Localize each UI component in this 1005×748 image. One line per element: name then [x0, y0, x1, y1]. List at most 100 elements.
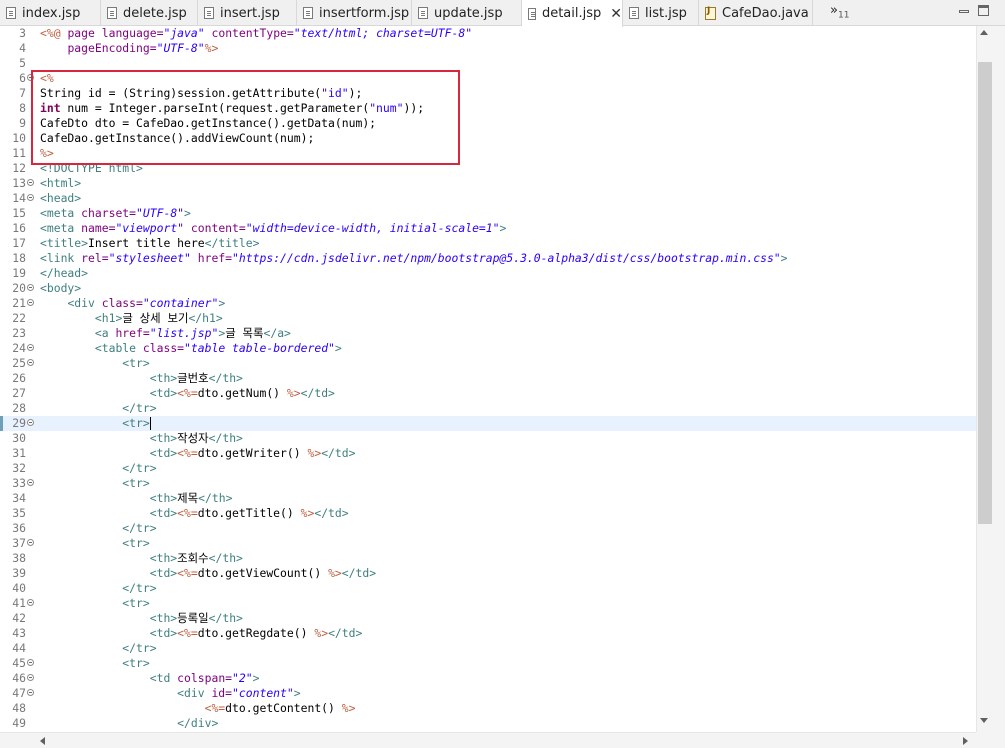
code-line[interactable]: 33 <tr> — [0, 476, 976, 491]
close-tab-icon[interactable]: ✕ — [610, 6, 622, 22]
code-line[interactable]: 37 <tr> — [0, 536, 976, 551]
code-line[interactable]: 35 <td><%=dto.getTitle() %></td> — [0, 506, 976, 521]
horizontal-scrollbar[interactable] — [0, 732, 976, 748]
code-editor[interactable]: 3 <%@ page language="java" contentType="t… — [0, 26, 976, 732]
code-line[interactable]: 7 String id = (String)session.getAttribut… — [0, 86, 976, 101]
code-line[interactable]: 29 <tr> — [0, 416, 976, 431]
tab-index-jsp[interactable]: index.jsp — [0, 0, 101, 26]
code-line[interactable]: 9 CafeDto dto = CafeDao.getInstance().get… — [0, 116, 976, 131]
fold-collapse-icon[interactable] — [27, 194, 34, 201]
code-line[interactable]: 22 <h1>글 상세 보기</h1> — [0, 311, 976, 326]
code-line[interactable]: 34 <th>제목</th> — [0, 491, 976, 506]
minimize-editor-icon[interactable] — [959, 10, 969, 13]
tab-insert-jsp[interactable]: insert.jsp — [198, 0, 297, 26]
code-line[interactable]: 36 </tr> — [0, 521, 976, 536]
line-number: 3 — [19, 26, 26, 40]
scroll-up-arrow-icon[interactable] — [980, 30, 988, 35]
fold-collapse-icon[interactable] — [27, 674, 34, 681]
fold-collapse-icon[interactable] — [27, 689, 34, 696]
code-token: <td> — [149, 446, 178, 460]
code-token: <th> — [149, 551, 178, 565]
code-line[interactable]: 20 <body> — [0, 281, 976, 296]
line-number: 35 — [12, 506, 26, 520]
scroll-down-arrow-icon[interactable] — [980, 718, 988, 723]
code-line[interactable]: 49 </div> — [0, 716, 976, 731]
code-line[interactable]: 39 <td><%=dto.getViewCount() %></td> — [0, 566, 976, 581]
code-line[interactable]: 18 <link rel="stylesheet" href="https://c… — [0, 251, 976, 266]
fold-collapse-icon[interactable] — [27, 299, 34, 306]
scroll-right-arrow-icon[interactable] — [963, 737, 968, 745]
code-line[interactable]: 43 <td><%=dto.getRegdate() %></td> — [0, 626, 976, 641]
code-token: </tr> — [122, 581, 157, 595]
code-line[interactable]: 14 <head> — [0, 191, 976, 206]
tab-update-jsp[interactable]: update.jsp — [412, 0, 522, 26]
code-line[interactable]: 27 <td><%=dto.getNum() %></td> — [0, 386, 976, 401]
code-line[interactable]: 13 <html> — [0, 176, 976, 191]
fold-collapse-icon[interactable] — [27, 179, 34, 186]
code-line[interactable]: 46 <td colspan="2"> — [0, 671, 976, 686]
fold-collapse-icon[interactable] — [27, 74, 34, 81]
code-line[interactable]: 40 </tr> — [0, 581, 976, 596]
code-line[interactable]: 8 int num = Integer.parseInt(request.getP… — [0, 101, 976, 116]
tab-list-jsp[interactable]: list.jsp — [623, 0, 699, 26]
maximize-editor-icon[interactable] — [978, 5, 989, 16]
scroll-left-arrow-icon[interactable] — [40, 737, 45, 745]
code-line[interactable]: 17 <title>Insert title here</title> — [0, 236, 976, 251]
code-line[interactable]: 5 — [0, 56, 976, 71]
vertical-scrollbar[interactable] — [976, 26, 1005, 732]
fold-collapse-icon[interactable] — [27, 344, 34, 351]
code-line[interactable]: 45 <tr> — [0, 656, 976, 671]
code-line[interactable]: 42 <th>등록일</th> — [0, 611, 976, 626]
fold-collapse-icon[interactable] — [27, 284, 34, 291]
tab-insertform-jsp[interactable]: insertform.jsp — [297, 0, 412, 26]
code-line[interactable]: 30 <th>작성자</th> — [0, 431, 976, 446]
code-line[interactable]: 15 <meta charset="UTF-8"> — [0, 206, 976, 221]
line-number: 33 — [12, 476, 26, 490]
fold-collapse-icon[interactable] — [27, 539, 34, 546]
more-tabs-button[interactable]: »11 — [830, 3, 849, 21]
code-line[interactable]: 24 <table class="table table-bordered"> — [0, 341, 976, 356]
fold-collapse-icon[interactable] — [27, 359, 34, 366]
code-token: contentType= — [211, 26, 294, 40]
code-line[interactable]: 25 <tr> — [0, 356, 976, 371]
code-line[interactable]: 47 <div id="content"> — [0, 686, 976, 701]
code-line[interactable]: 11 %> — [0, 146, 976, 161]
code-line[interactable]: 21 <div class="container"> — [0, 296, 976, 311]
code-token: <td — [149, 671, 178, 685]
code-line[interactable]: 32 </tr> — [0, 461, 976, 476]
jsp-file-icon — [418, 7, 428, 19]
code-line[interactable]: 16 <meta name="viewport" content="width=d… — [0, 221, 976, 236]
code-line[interactable]: 4 pageEncoding="UTF-8"%> — [0, 41, 976, 56]
tab-delete-jsp[interactable]: delete.jsp — [101, 0, 198, 26]
code-line[interactable]: 44 </tr> — [0, 641, 976, 656]
code-token: <td> — [149, 386, 178, 400]
fold-collapse-icon[interactable] — [27, 599, 34, 606]
fold-collapse-icon[interactable] — [27, 659, 34, 666]
line-number: 17 — [12, 236, 26, 250]
tab-cafedao-java[interactable]: CafeDao.java — [699, 0, 813, 26]
code-line[interactable]: 10 CafeDao.getInstance().addViewCount(num… — [0, 131, 976, 146]
text-caret — [149, 417, 151, 430]
code-line[interactable]: 31 <td><%=dto.getWriter() %></td> — [0, 446, 976, 461]
code-line[interactable]: 48 <%=dto.getContent() %> — [0, 701, 976, 716]
code-line[interactable]: 12 <!DOCTYPE html> — [0, 161, 976, 176]
fold-collapse-icon[interactable] — [27, 479, 34, 486]
vertical-scroll-thumb[interactable] — [978, 62, 992, 524]
code-line[interactable]: 41 <tr> — [0, 596, 976, 611]
tab-detail-jsp[interactable]: detail.jsp ✕ — [522, 0, 623, 27]
code-line[interactable]: 26 <th>글번호</th> — [0, 371, 976, 386]
line-number: 10 — [12, 131, 26, 145]
code-token: <th> — [149, 611, 178, 625]
code-line[interactable]: 28 </tr> — [0, 401, 976, 416]
code-text: <title>Insert title here</title> — [40, 236, 259, 251]
code-token: %> — [40, 146, 54, 160]
code-line[interactable]: 38 <th>조회수</th> — [0, 551, 976, 566]
fold-collapse-icon[interactable] — [27, 419, 34, 426]
line-number: 34 — [12, 491, 26, 505]
code-line[interactable]: 6 <% — [0, 71, 976, 86]
code-line[interactable]: 3 <%@ page language="java" contentType="t… — [0, 26, 976, 41]
code-line[interactable]: 19 </head> — [0, 266, 976, 281]
code-text: String id = (String)session.getAttribute… — [40, 86, 362, 101]
code-line[interactable]: 23 <a href="list.jsp">글 목록</a> — [0, 326, 976, 341]
